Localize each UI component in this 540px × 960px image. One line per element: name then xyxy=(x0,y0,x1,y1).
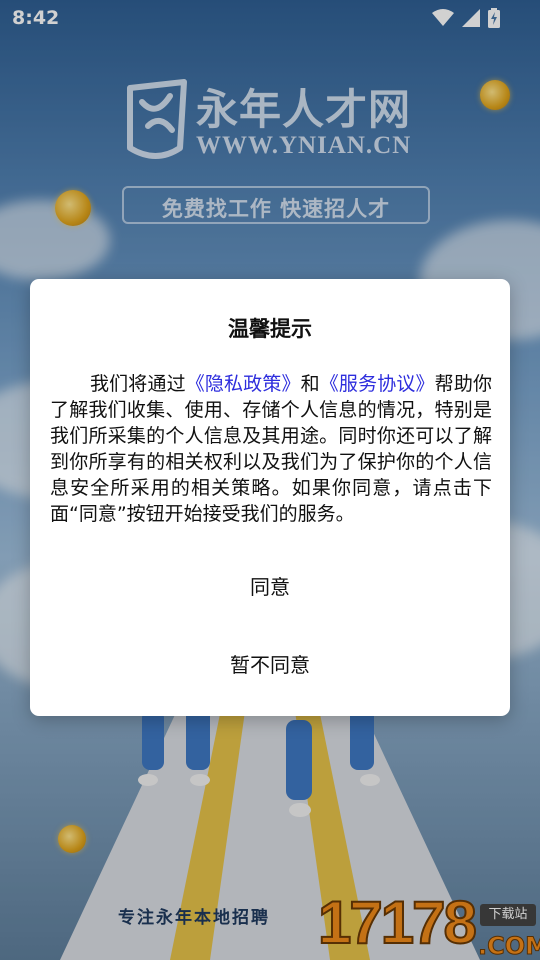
service-agreement-link[interactable]: 《服务协议》 xyxy=(320,373,435,395)
body-text: 帮助你了解我们收集、使用、存储个人信息的情况，特别是我们所采集的个人信息及其用途… xyxy=(50,373,492,525)
agree-button[interactable]: 同意 xyxy=(30,567,510,607)
body-text: 和 xyxy=(300,373,320,395)
dialog-body: 我们将通过《隐私政策》和《服务协议》帮助你了解我们收集、使用、存储个人信息的情况… xyxy=(50,371,492,527)
privacy-dialog: 温馨提示 我们将通过《隐私政策》和《服务协议》帮助你了解我们收集、使用、存储个人… xyxy=(30,279,510,716)
splash-background: 永年人才网 WWW.YNIAN.CN 免费找工作 快速招人才 专注永年本地招聘 … xyxy=(0,0,540,960)
dialog-title: 温馨提示 xyxy=(228,317,312,341)
disagree-button[interactable]: 暂不同意 xyxy=(30,645,510,685)
privacy-policy-link[interactable]: 《隐私政策》 xyxy=(186,373,301,395)
body-text: 我们将通过 xyxy=(90,373,186,395)
